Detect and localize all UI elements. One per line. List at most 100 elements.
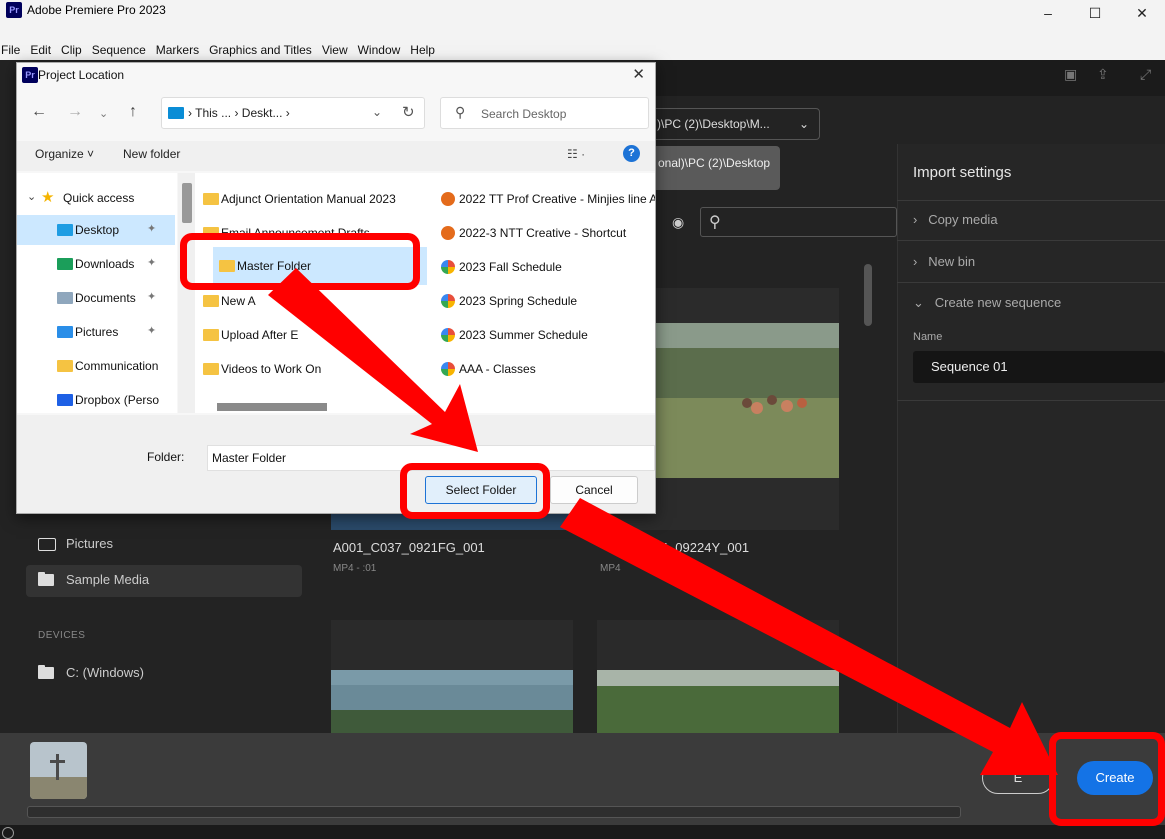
view-options-icon[interactable]: ☷ · [567, 147, 585, 161]
clip-meta-1: MP4 - :01 [333, 563, 377, 574]
list-item-upload-after[interactable]: Upload After E [195, 319, 425, 351]
expand-chevron-icon[interactable]: ⌄ [27, 190, 36, 203]
list-item-2023-fall[interactable]: 2023 Fall Schedule [433, 251, 655, 283]
list-item-label: Upload After E [221, 328, 299, 342]
sidebar-item-label: Pictures [66, 536, 113, 551]
search-desktop-input[interactable]: ⚲ Search Desktop [440, 97, 649, 129]
menu-window[interactable]: Window [353, 42, 406, 62]
breadcrumb: › This ... › Deskt... › [188, 106, 290, 120]
menu-view[interactable]: View [317, 42, 353, 62]
sequence-name-input[interactable]: Sequence 01 [913, 351, 1165, 383]
copy-media-row[interactable]: › Copy media [913, 212, 998, 227]
file-list-scrollbar[interactable] [217, 403, 327, 411]
exit-button[interactable]: E [982, 762, 1054, 794]
menu-clip[interactable]: Clip [56, 42, 87, 62]
status-bar [0, 825, 1165, 839]
help-icon[interactable]: ? [623, 145, 640, 162]
star-icon: ★ [41, 189, 55, 206]
nav-item-label: Communication [75, 359, 159, 373]
create-button[interactable]: Create [1077, 761, 1153, 795]
sidebar-item-c-drive[interactable]: C: (Windows) [26, 658, 302, 690]
nav-item-desktop[interactable]: Desktop ✦ [17, 215, 175, 245]
nav-item-pictures[interactable]: Pictures ✦ [17, 317, 175, 347]
up-arrow-icon[interactable]: ↑ [129, 103, 137, 121]
close-button[interactable]: ✕ [1119, 0, 1165, 28]
divider [897, 282, 1165, 283]
nav-item-quick-access[interactable]: ⌄ ★ Quick access [17, 183, 175, 213]
selected-media-thumbnail[interactable] [30, 742, 87, 799]
list-item-label: Master Folder [237, 259, 312, 273]
cancel-button[interactable]: Cancel [550, 476, 638, 504]
dialog-title: Project Location [38, 68, 125, 82]
menu-file[interactable]: File [0, 42, 25, 62]
forward-arrow-icon[interactable]: → [67, 103, 83, 121]
nav-scrollbar-thumb[interactable] [182, 183, 192, 223]
list-item-adjunct-orientation[interactable]: Adjunct Orientation Manual 2023 [195, 183, 425, 215]
project-location-dialog: Pr Project Location ✕ ← → ⌄ ↑ › This ...… [16, 62, 656, 514]
organize-button[interactable]: Organize ˅ [35, 147, 94, 161]
folder-input[interactable]: Master Folder [207, 445, 655, 471]
import-settings-title: Import settings [913, 164, 1012, 181]
create-new-sequence-row[interactable]: ⌄ Create new sequence [913, 295, 1061, 311]
location-dropdown[interactable]: )\PC (2)\Desktop\M... ⌄ [652, 108, 820, 140]
list-item-new-a[interactable]: New A s [195, 285, 425, 317]
list-item-label: Email Announcement Drafts [221, 226, 370, 240]
sidebar-item-pictures[interactable]: Pictures [26, 529, 302, 561]
dialog-close-icon[interactable]: ✕ [632, 65, 645, 83]
pictures-icon [57, 326, 73, 338]
new-folder-button[interactable]: New folder [123, 147, 180, 161]
clip-thumbnail-3[interactable] [331, 620, 573, 733]
select-folder-button[interactable]: Select Folder [425, 476, 537, 504]
list-item-2022-3-ntt[interactable]: 2022-3 NTT Creative - Shortcut [433, 217, 655, 249]
minimize-button[interactable]: – [1025, 0, 1071, 28]
refresh-icon[interactable]: ↻ [402, 103, 415, 121]
media-search-input[interactable]: ⚲ [700, 207, 897, 237]
nav-item-label: Desktop [75, 223, 120, 237]
nav-item-downloads[interactable]: Downloads ✦ [17, 249, 175, 279]
menu-edit[interactable]: Edit [25, 42, 56, 62]
menu-graphics-and-titles[interactable]: Graphics and Titles [204, 42, 317, 62]
recent-chevron-icon[interactable]: ⌄ [99, 107, 108, 120]
shortcut-icon [441, 226, 455, 240]
menu-markers[interactable]: Markers [151, 42, 204, 62]
list-item-label-tail: s [323, 294, 329, 308]
new-bin-row[interactable]: › New bin [913, 254, 975, 269]
menu-sequence[interactable]: Sequence [87, 42, 151, 62]
folder-label: Folder: [147, 450, 185, 464]
eye-icon[interactable]: ◉ [672, 214, 684, 231]
sidebar-item-label: C: (Windows) [66, 665, 145, 680]
shared-file-icon [441, 328, 455, 342]
share-icon[interactable]: ⇪ [1097, 66, 1109, 83]
nav-item-documents[interactable]: Documents ✦ [17, 283, 175, 313]
back-arrow-icon[interactable]: ← [31, 103, 47, 121]
nav-item-communication[interactable]: Communication [17, 351, 175, 381]
list-item-2023-spring[interactable]: 2023 Spring Schedule [433, 285, 655, 317]
chevron-down-icon[interactable]: ⌄ [372, 105, 382, 119]
chevron-right-icon: › [913, 212, 918, 227]
menu-help[interactable]: Help [405, 42, 440, 62]
nav-item-dropbox[interactable]: Dropbox (Perso [17, 385, 175, 413]
shortcut-icon [441, 192, 455, 206]
address-bar[interactable]: › This ... › Deskt... › ⌄ ↻ [161, 97, 425, 129]
list-item-aaa-classes[interactable]: AAA - Classes [433, 353, 655, 385]
maximize-button[interactable]: ☐ [1072, 0, 1118, 28]
pin-icon: ✦ [147, 325, 157, 337]
list-item-2022-tt-prof[interactable]: 2022 TT Prof Creative - Minjies line All… [433, 183, 655, 215]
clip-thumbnail-4[interactable] [597, 620, 839, 733]
creative-cloud-icon[interactable] [2, 827, 14, 839]
window-title: Adobe Premiere Pro 2023 [27, 3, 166, 17]
list-item-email-drafts[interactable]: Email Announcement Drafts [195, 217, 425, 249]
navigation-pane: ⌄ ★ Quick access Desktop ✦ Downloads ✦ D… [17, 173, 177, 413]
media-scrollbar[interactable] [864, 264, 872, 326]
search-icon: ⚲ [709, 214, 721, 231]
list-item-label: New A [221, 294, 256, 308]
fullscreen-icon[interactable]: ⤢ [1140, 66, 1151, 83]
list-item-master-folder[interactable]: Master Folder [213, 247, 427, 285]
list-item-2023-summer[interactable]: 2023 Summer Schedule [433, 319, 655, 351]
pin-icon: ✦ [147, 223, 157, 235]
sidebar-item-sample-media[interactable]: Sample Media [26, 565, 302, 597]
list-item-videos-to-work-on[interactable]: Videos to Work On [195, 353, 425, 385]
workspace-icon[interactable]: ▣ [1064, 66, 1077, 83]
list-item-label: 2023 Spring Schedule [459, 294, 578, 308]
search-icon: ⚲ [455, 104, 466, 120]
